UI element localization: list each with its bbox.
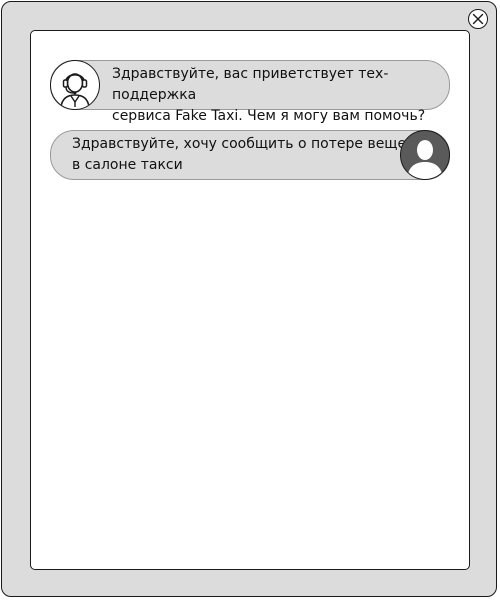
close-icon (472, 13, 484, 25)
message-text: Здравствуйте, вас приветствует тех-подде… (112, 66, 426, 124)
message-bubble-user: Здравствуйте, хочу сообщить о потере вещ… (50, 130, 450, 180)
support-agent-headset-icon (60, 73, 90, 108)
close-button[interactable] (468, 9, 488, 29)
message-text: Здравствуйте, хочу сообщить о потере вещ… (72, 136, 416, 173)
user-avatar (400, 130, 450, 180)
message-bubble-support: Здравствуйте, вас приветствует тех-подде… (50, 60, 450, 124)
support-avatar (50, 60, 100, 110)
user-silhouette-icon (407, 140, 443, 179)
